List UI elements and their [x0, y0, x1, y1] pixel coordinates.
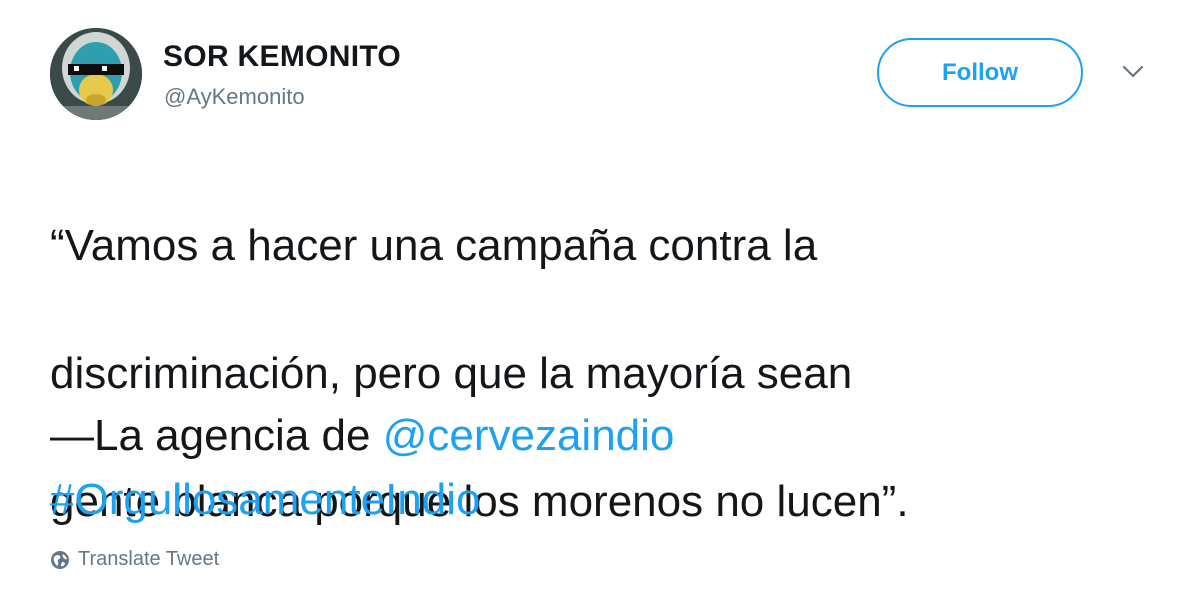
author-avatar[interactable]	[50, 28, 142, 120]
signature-text: —La agencia de	[50, 411, 383, 460]
tweet-text-line: discriminación, pero que la mayoría sean	[50, 349, 853, 398]
globe-icon	[51, 550, 69, 569]
tweet-signature-line: —La agencia de @cervezaindio	[50, 404, 674, 468]
avatar-monkey-sunglasses-icon	[50, 28, 142, 120]
tweet-hashtag-line: #OrgullosamenteIndio	[50, 468, 480, 532]
chevron-down-icon[interactable]	[1120, 62, 1146, 82]
author-handle[interactable]: @AyKemonito	[164, 84, 305, 110]
hashtag-link[interactable]: #OrgullosamenteIndio	[50, 475, 480, 524]
translate-tweet-label: Translate Tweet	[78, 548, 220, 570]
tweet-text-line: “Vamos a hacer una campaña contra la	[50, 221, 818, 270]
follow-button[interactable]: Follow	[877, 38, 1083, 107]
tweet-card: SOR KEMONITO @AyKemonito Follow “Vamos a…	[0, 0, 1201, 578]
author-display-name[interactable]: SOR KEMONITO	[163, 40, 401, 74]
mention-link[interactable]: @cervezaindio	[383, 411, 675, 460]
translate-tweet-link[interactable]: Translate Tweet	[50, 548, 219, 571]
